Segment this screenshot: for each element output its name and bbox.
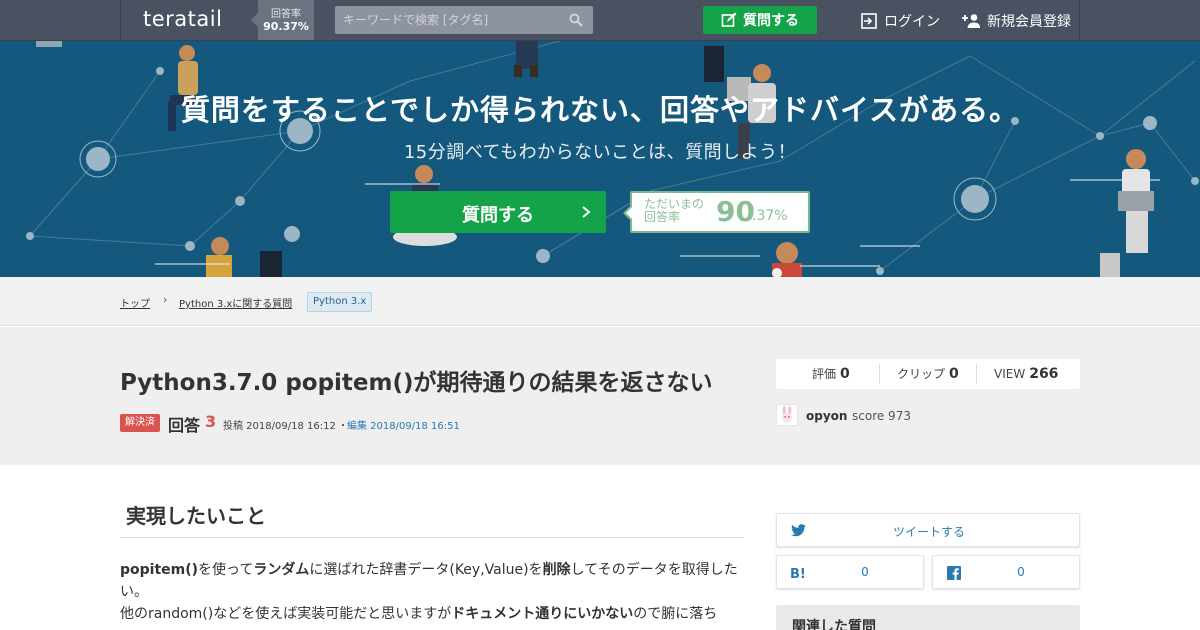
search-icon[interactable] (569, 13, 583, 27)
view-stat: VIEW 266 (994, 359, 1058, 389)
hero-rate-caption: ただいまの 回答率 (644, 198, 704, 224)
clip-label: クリップ (897, 367, 946, 381)
text-bold: popitem() (120, 562, 199, 578)
login-label: ログイン (884, 14, 940, 30)
rating-label: 評価 (812, 367, 837, 381)
breadcrumb: トップ › Python 3.xに関する質問 Python 3.x (0, 277, 1200, 326)
clip-value: 0 (949, 366, 959, 382)
answer-rate-label: 回答率 (271, 9, 301, 20)
author-score: score 973 (852, 409, 911, 423)
rabbit-avatar-icon (782, 405, 792, 423)
rating-value: 0 (840, 366, 850, 382)
hero-title: 質問をすることでしか得られない、回答やアドバイスがある。 (180, 93, 1020, 127)
search-input[interactable] (335, 6, 565, 34)
ask-question-label: 質問する (743, 13, 799, 29)
body-paragraph-1: popitem()を使ってランダムに選ばれた辞書データ(Key,Value)を削… (120, 559, 746, 603)
posted-date: 投稿 2018/09/18 16:12 (223, 421, 336, 432)
author-avatar[interactable] (776, 404, 798, 426)
search-box[interactable] (335, 6, 593, 34)
login-icon (861, 13, 877, 29)
answer-rate-value: 90.37% (263, 20, 309, 33)
text: を使って (198, 562, 254, 578)
stats-divider (976, 364, 977, 384)
hero-rate-small: .37% (752, 208, 788, 224)
breadcrumb-top[interactable]: トップ (120, 295, 150, 310)
tag-python3[interactable]: Python 3.x (307, 292, 373, 312)
text: ので腑に落ち (633, 606, 718, 622)
hero-rate-big: 90 (716, 195, 755, 228)
facebook-share-button[interactable]: 0 (932, 555, 1080, 589)
hero-banner: 質問をすることでしか得られない、回答やアドバイスがある。 15分調べてもわからな… (0, 41, 1200, 277)
breadcrumb-category[interactable]: Python 3.xに関する質問 (179, 295, 292, 310)
hero-answer-rate: ただいまの 回答率 90 .37% (623, 191, 810, 233)
text: 他のrandom()などを使えば実装可能だと思いますが (120, 606, 452, 622)
answer-rate-badge: 回答率 90.37% (251, 0, 314, 40)
author-name[interactable]: opyon (806, 409, 847, 423)
tweet-label: ツイートする (892, 525, 965, 539)
text: に選ばれた辞書データ(Key,Value)を (309, 562, 543, 578)
site-logo[interactable]: teratail (143, 7, 222, 31)
view-label: VIEW (994, 367, 1026, 381)
chevron-right-icon (582, 206, 591, 218)
signup-label: 新規会員登録 (987, 14, 1071, 30)
answers-label: 回答 (168, 416, 201, 435)
breadcrumb-separator: › (163, 293, 168, 306)
section-heading: 実現したいこと (126, 504, 266, 528)
edited-date[interactable]: 編集 2018/09/18 16:51 (347, 417, 460, 432)
rating-stat: 評価 0 (812, 359, 850, 389)
hatena-count: 0 (861, 565, 869, 579)
hero-subtitle: 15分調べてもわからないことは、質問しよう！ (403, 142, 797, 163)
nav-divider (120, 0, 121, 40)
hatena-bookmark-button[interactable]: B! 0 (776, 555, 924, 589)
solved-badge: 解決済 (120, 414, 160, 432)
question-title: Python3.7.0 popitem()が期待通りの結果を返さない (120, 370, 713, 396)
text: してそのデータを取得した (570, 562, 738, 578)
body-paragraph-2: 他のrandom()などを使えば実装可能だと思いますがドキュメント通りにいかない… (120, 603, 746, 625)
question-header: Python3.7.0 popitem()が期待通りの結果を返さない 解決済 回… (0, 327, 1200, 465)
heading-divider (120, 537, 744, 538)
text-bold: 削除 (542, 562, 571, 578)
clip-stat[interactable]: クリップ 0 (897, 359, 959, 389)
tweet-button[interactable]: ツイートする (776, 513, 1080, 547)
question-stats: 評価 0 クリップ 0 VIEW 266 (776, 359, 1080, 389)
related-questions-panel: 関連した質問 (776, 605, 1080, 630)
view-value: 266 (1029, 366, 1059, 382)
hero-ask-button[interactable]: 質問する (390, 191, 606, 233)
login-link[interactable]: ログイン (861, 11, 940, 31)
signup-link[interactable]: 新規会員登録 (962, 11, 1071, 31)
hero-rate-caption-line2: 回答率 (644, 210, 681, 224)
ask-question-button[interactable]: 質問する (703, 6, 817, 34)
nav-divider (1079, 0, 1080, 40)
add-user-icon (962, 14, 980, 28)
text: い。 (120, 584, 148, 600)
top-nav: teratail 回答率 90.37% 質問する ログイン 新規会員登録 (0, 0, 1200, 41)
stats-divider (879, 364, 880, 384)
hero-ask-label: 質問する (462, 205, 534, 226)
answers-count[interactable]: 3 (205, 412, 216, 431)
edit-icon (721, 12, 737, 27)
text-bold: ランダム (253, 562, 310, 578)
related-questions-title: 関連した質問 (792, 619, 876, 630)
facebook-count: 0 (1017, 565, 1025, 579)
text-bold: ドキュメント通りにいかない (451, 606, 634, 622)
